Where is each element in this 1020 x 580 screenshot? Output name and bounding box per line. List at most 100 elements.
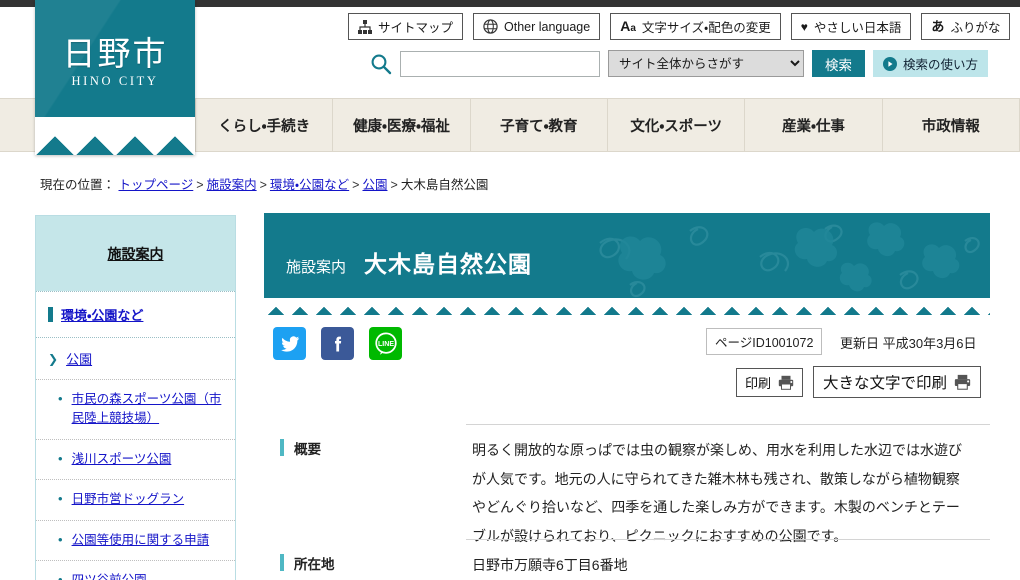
logo-japanese-text: 日野市 xyxy=(62,37,168,73)
print-button[interactable]: 印刷 xyxy=(736,367,804,397)
sidebar-item-park[interactable]: ❯ 公園 xyxy=(36,337,235,379)
sidebar-link-yotsuyamae[interactable]: 四ツ谷前公園 xyxy=(72,571,147,580)
breadcrumb-link-facilities[interactable]: 施設案内 xyxy=(207,178,257,192)
play-circle-icon xyxy=(883,56,897,71)
bullet-icon: • xyxy=(58,450,63,466)
banner-text: 施設案内 大木島自然公園 xyxy=(286,245,532,279)
nav-item-kurashi[interactable]: くらし・手続き xyxy=(195,99,332,151)
bullet-icon: • xyxy=(58,491,63,507)
twitter-share-button[interactable] xyxy=(273,327,306,360)
search-help-label: 検索の使い方 xyxy=(903,58,979,72)
row-divider xyxy=(466,424,990,425)
bullet-icon: • xyxy=(58,391,63,406)
easy-japanese-button[interactable]: ♥ やさしい日本語 xyxy=(790,13,912,40)
search-scope-select[interactable]: サイト全体からさがす xyxy=(608,50,804,77)
bullet-icon: • xyxy=(58,571,63,580)
sitemap-icon xyxy=(358,19,372,34)
print-large-label: 大きな文字で印刷 xyxy=(823,375,948,392)
address-value: 日野市万願寺6丁目6番地 xyxy=(472,557,628,573)
breadcrumb-separator: > xyxy=(352,178,360,192)
overview-label: 概要 xyxy=(294,442,321,457)
address-label: 所在地 xyxy=(294,557,335,572)
page-root: 日野市 HINO CITY サイトマップ Other language Aa 文… xyxy=(0,0,1020,580)
nav-item-bunka[interactable]: 文化・スポーツ xyxy=(606,99,744,151)
sidebar-heading[interactable]: 施設案内 xyxy=(36,216,235,291)
sidebar-heading-link[interactable]: 施設案内 xyxy=(108,244,164,264)
line-share-button[interactable]: LINE xyxy=(369,327,402,360)
breadcrumb-prefix: 現在の位置： xyxy=(40,178,116,192)
sidebar-link-shiminnomori[interactable]: 市民の森スポーツ公園（市民陸上競技場） xyxy=(72,390,225,429)
row-label: 概要 xyxy=(280,438,321,458)
list-item[interactable]: • 四ツ谷前公園 xyxy=(36,559,235,580)
sidebar-category-label[interactable]: 環境・公園など xyxy=(61,305,143,324)
search-help-button[interactable]: 検索の使い方 xyxy=(873,50,989,77)
logo-english-text: HINO CITY xyxy=(71,74,159,88)
updated-date: 更新日 平成30年3月6日 xyxy=(840,336,977,351)
print-label: 印刷 xyxy=(745,375,772,391)
printer-icon xyxy=(778,375,794,390)
banner-zigzag-decoration xyxy=(264,298,990,315)
globe-icon xyxy=(483,19,498,34)
search-icon xyxy=(370,53,392,75)
print-buttons: 印刷 大きな文字で印刷 xyxy=(736,366,982,398)
search-bar: サイト全体からさがす 検索 検索の使い方 xyxy=(370,50,989,77)
sitemap-button[interactable]: サイトマップ xyxy=(348,13,464,40)
row-divider xyxy=(466,539,990,540)
breadcrumb-separator: > xyxy=(259,178,267,192)
sidebar-subcategory-label[interactable]: 公園 xyxy=(66,349,92,368)
search-input[interactable] xyxy=(400,50,600,77)
nav-item-sangyo[interactable]: 産業・仕事 xyxy=(744,99,881,151)
svg-text:LINE: LINE xyxy=(377,341,393,348)
easy-japanese-label: やさしい日本語 xyxy=(813,21,902,35)
row-label-accent xyxy=(280,554,284,571)
sidebar-item-environment[interactable]: 環境・公園など xyxy=(36,291,235,337)
breadcrumb-separator: > xyxy=(390,178,398,192)
search-button[interactable]: 検索 xyxy=(812,50,865,77)
row-label: 所在地 xyxy=(280,553,335,573)
sidebar-link-application[interactable]: 公園等使用に関する申請 xyxy=(72,531,210,550)
list-item[interactable]: • 市民の森スポーツ公園（市民陸上競技場） xyxy=(36,379,235,439)
banner-eyebrow: 施設案内 xyxy=(286,259,347,276)
bullet-icon: • xyxy=(58,531,63,547)
font-size-color-button[interactable]: Aa 文字サイズ・配色の変更 xyxy=(610,13,781,40)
facebook-icon xyxy=(334,336,341,351)
print-large-button[interactable]: 大きな文字で印刷 xyxy=(813,366,982,398)
sidebar-active-bar xyxy=(48,307,53,322)
overview-value: 明るく開放的な原っぱでは虫の観察が楽しめ、用水を利用した水辺では水遊びが人気です… xyxy=(472,442,962,545)
breadcrumb-separator: > xyxy=(196,178,204,192)
chevron-right-icon: ❯ xyxy=(48,351,59,366)
sitemap-label: サイトマップ xyxy=(378,21,454,35)
other-language-label: Other language xyxy=(504,19,591,34)
font-size-color-label: 文字サイズ・配色の変更 xyxy=(641,21,771,35)
nav-item-kenko[interactable]: 健康・医療・福祉 xyxy=(332,99,469,151)
list-item[interactable]: • 浅川スポーツ公園 xyxy=(36,438,235,479)
sidebar-link-dogrun[interactable]: 日野市営ドッグラン xyxy=(72,490,185,509)
breadcrumb-link-top[interactable]: トップページ xyxy=(119,178,194,192)
line-icon: LINE xyxy=(374,331,397,355)
nav-item-shisei[interactable]: 市政情報 xyxy=(881,99,1020,151)
facebook-share-button[interactable] xyxy=(321,327,354,360)
logo-zigzag-decoration xyxy=(35,117,195,155)
breadcrumb-current: 大木島自然公園 xyxy=(400,178,489,192)
row-label-accent xyxy=(280,439,284,456)
sidebar-link-asakawa[interactable]: 浅川スポーツ公園 xyxy=(72,450,172,469)
nav-item-kosodate[interactable]: 子育て・教育 xyxy=(469,99,607,151)
header-tool-buttons: サイトマップ Other language Aa 文字サイズ・配色の変更 ♥ や… xyxy=(348,13,1011,40)
printer-icon xyxy=(954,374,971,390)
share-buttons: LINE xyxy=(273,327,402,360)
furigana-button[interactable]: あ ふりがな xyxy=(921,13,1011,40)
breadcrumb: 現在の位置： トップページ > 施設案内 > 環境・公園など > 公園 > 大木島自然公園 xyxy=(40,174,488,193)
furigana-label: ふりがな xyxy=(950,21,1001,35)
other-language-button[interactable]: Other language xyxy=(473,13,601,40)
twitter-icon xyxy=(280,335,299,352)
page-id-badge: ページID1001072 xyxy=(706,328,823,355)
page-title-banner: 施設案内 大木島自然公園 xyxy=(264,213,990,315)
breadcrumb-link-environment[interactable]: 環境・公園など xyxy=(270,178,349,192)
font-size-icon: Aa xyxy=(620,18,636,34)
page-title: 大木島自然公園 xyxy=(364,251,533,277)
site-logo[interactable]: 日野市 HINO CITY xyxy=(35,0,195,155)
breadcrumb-link-park[interactable]: 公園 xyxy=(362,178,387,192)
list-item[interactable]: • 日野市営ドッグラン xyxy=(36,479,235,519)
list-item[interactable]: • 公園等使用に関する申請 xyxy=(36,519,235,560)
sidebar: 施設案内 環境・公園など ❯ 公園 • 市民の森スポーツ公園（市民陸上競技場） … xyxy=(35,215,236,580)
